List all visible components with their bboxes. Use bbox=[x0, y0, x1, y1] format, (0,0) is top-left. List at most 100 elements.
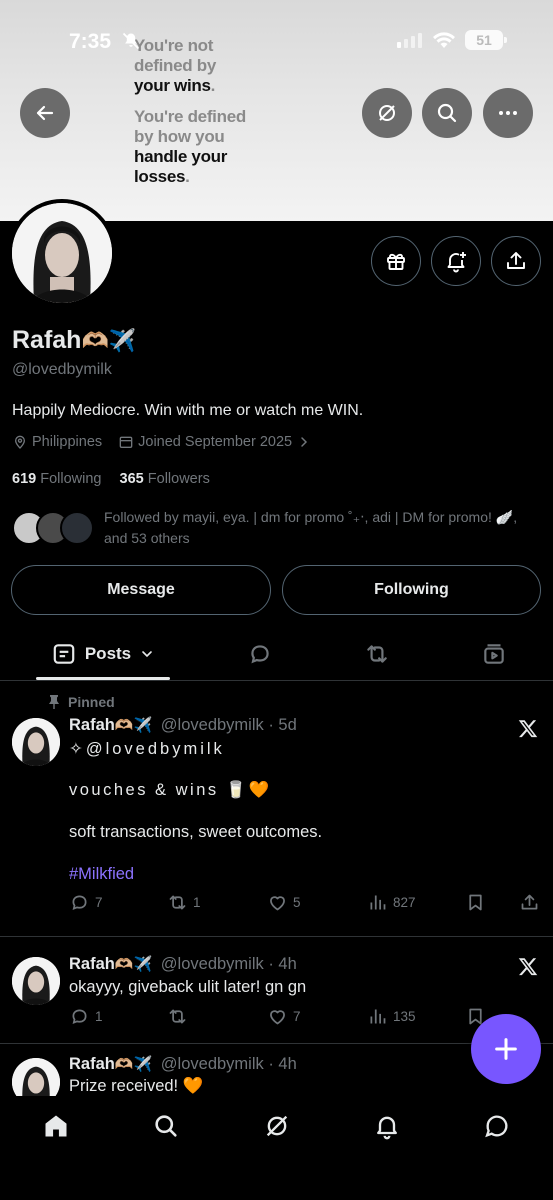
post[interactable]: Rafah🫶🏼✈️ @lovedbymilk · 4h okayyy, give… bbox=[0, 937, 553, 1043]
post-author-name[interactable]: Rafah bbox=[69, 1055, 115, 1073]
banner-quote: You're not defined by your wins. You're … bbox=[134, 36, 246, 186]
nav-grok[interactable] bbox=[249, 1110, 305, 1142]
banner-line: your wins bbox=[134, 76, 211, 95]
views-action[interactable]: 827 bbox=[367, 892, 416, 913]
views-action[interactable]: 135 bbox=[367, 1006, 416, 1027]
post-author-handle[interactable]: @lovedbymilk bbox=[161, 1055, 264, 1073]
search-icon bbox=[437, 103, 457, 123]
banner-line: losses bbox=[134, 167, 186, 186]
profile-tabs: Posts bbox=[0, 629, 553, 681]
bookmark-action[interactable] bbox=[465, 892, 486, 913]
reply-action[interactable]: 1 bbox=[69, 1006, 103, 1027]
repost-action[interactable]: 1 bbox=[167, 892, 201, 913]
followers-you-know[interactable]: Followed by mayii, eya. | dm for promo ˚… bbox=[12, 507, 542, 551]
post-author-emoji: 🫶🏼✈️ bbox=[114, 717, 153, 734]
profile-avatar[interactable] bbox=[8, 199, 116, 307]
silent-bell-icon bbox=[122, 32, 140, 50]
like-action[interactable]: 7 bbox=[267, 1006, 301, 1027]
mutual-avatars bbox=[12, 511, 94, 545]
profile-handle: @lovedbymilk bbox=[12, 361, 112, 378]
tab-replies[interactable] bbox=[234, 629, 286, 679]
signal-icon bbox=[397, 33, 422, 48]
tab-reposts[interactable] bbox=[351, 629, 403, 679]
following-label: Following bbox=[40, 471, 102, 487]
reply-icon bbox=[251, 645, 269, 664]
bottom-nav bbox=[0, 1096, 553, 1200]
post-author-handle[interactable]: @lovedbymilk bbox=[161, 716, 264, 734]
profile-name-emoji: 🫶🏼✈️ bbox=[81, 328, 137, 353]
battery-indicator: 51 bbox=[465, 30, 507, 50]
post-author-name[interactable]: Rafah bbox=[69, 955, 115, 973]
tab-posts[interactable]: Posts bbox=[36, 629, 170, 679]
post-text: Prize received! 🧡 bbox=[69, 1077, 204, 1095]
following-count-link[interactable]: 619 Following bbox=[12, 471, 101, 487]
like-action[interactable]: 5 bbox=[267, 892, 301, 913]
nav-notifications[interactable] bbox=[359, 1110, 415, 1142]
banner-line: handle your bbox=[134, 147, 228, 166]
x-logo-icon[interactable] bbox=[517, 956, 539, 978]
status-indicators: 51 bbox=[397, 30, 507, 50]
post-author-emoji: 🫶🏼✈️ bbox=[114, 956, 153, 973]
post-avatar[interactable] bbox=[12, 1058, 60, 1096]
followers-label: Followers bbox=[147, 471, 210, 487]
back-button[interactable] bbox=[20, 88, 70, 138]
profile-name: Rafah🫶🏼✈️ bbox=[12, 326, 136, 355]
profile-joined[interactable]: Joined September 2025 bbox=[138, 434, 292, 450]
chevron-right-icon[interactable] bbox=[296, 434, 312, 450]
back-arrow-icon bbox=[36, 105, 54, 121]
following-button[interactable]: Following bbox=[282, 565, 541, 615]
share-button[interactable] bbox=[491, 236, 541, 286]
like-icon bbox=[270, 1010, 285, 1025]
nav-search[interactable] bbox=[138, 1110, 194, 1142]
avatar-portrait bbox=[12, 718, 60, 766]
chevron-down-icon bbox=[142, 651, 152, 658]
reply-icon bbox=[72, 1009, 87, 1025]
notify-button[interactable] bbox=[431, 236, 481, 286]
views-icon bbox=[370, 1009, 386, 1024]
more-button[interactable] bbox=[483, 88, 533, 138]
post-header: Rafah🫶🏼✈️ @lovedbymilk · 4h bbox=[69, 1055, 297, 1073]
repost-count: 1 bbox=[193, 895, 201, 910]
followers-count-link[interactable]: 365 Followers bbox=[120, 471, 210, 487]
following-count: 619 bbox=[12, 471, 37, 487]
post-author-name[interactable]: Rafah bbox=[69, 716, 115, 734]
x-logo-icon[interactable] bbox=[517, 718, 539, 740]
message-button[interactable]: Message bbox=[11, 565, 271, 615]
repost-icon bbox=[169, 895, 186, 910]
grok-button[interactable] bbox=[362, 88, 412, 138]
post-time: 5d bbox=[278, 716, 297, 734]
compose-button[interactable] bbox=[471, 1014, 541, 1084]
nav-home[interactable] bbox=[28, 1110, 84, 1142]
active-tab-indicator bbox=[36, 677, 170, 680]
media-icon bbox=[484, 644, 504, 664]
post-pinned[interactable]: Pinned Rafah🫶🏼✈️ @lovedbymilk · 5d ✧@lov… bbox=[0, 690, 553, 936]
post-text-line: soft transactions, sweet outcomes. bbox=[69, 823, 323, 841]
post-actions: 1 7 135 bbox=[69, 1006, 541, 1030]
nav-messages[interactable] bbox=[469, 1110, 525, 1142]
post-avatar[interactable] bbox=[12, 957, 60, 1005]
gift-button[interactable] bbox=[371, 236, 421, 286]
post-avatar[interactable] bbox=[12, 718, 60, 766]
avatar bbox=[60, 511, 94, 545]
reply-action[interactable]: 7 bbox=[69, 892, 103, 913]
views-icon bbox=[370, 895, 386, 910]
like-count: 5 bbox=[293, 895, 301, 910]
avatar-portrait bbox=[12, 957, 60, 1005]
bell-plus-icon bbox=[447, 252, 466, 273]
share-action[interactable] bbox=[519, 892, 540, 913]
plus-icon bbox=[495, 1038, 517, 1060]
repost-action[interactable] bbox=[167, 1006, 193, 1027]
views-count: 135 bbox=[393, 1009, 416, 1024]
post-header: Rafah🫶🏼✈️ @lovedbymilk · 5d bbox=[69, 716, 297, 734]
post-author-handle[interactable]: @lovedbymilk bbox=[161, 955, 264, 973]
banner-line: You're defined bbox=[134, 107, 246, 126]
search-button[interactable] bbox=[422, 88, 472, 138]
banner-line: by how you bbox=[134, 127, 225, 146]
grok-icon bbox=[379, 105, 395, 121]
views-count: 827 bbox=[393, 895, 416, 910]
post-hashtag[interactable]: #Milkfied bbox=[69, 865, 134, 884]
tab-media[interactable] bbox=[468, 629, 520, 679]
post[interactable]: Rafah🫶🏼✈️ @lovedbymilk · 4h Prize receiv… bbox=[0, 1044, 553, 1096]
profile-location: Philippines bbox=[32, 434, 103, 450]
share-icon bbox=[507, 252, 525, 269]
